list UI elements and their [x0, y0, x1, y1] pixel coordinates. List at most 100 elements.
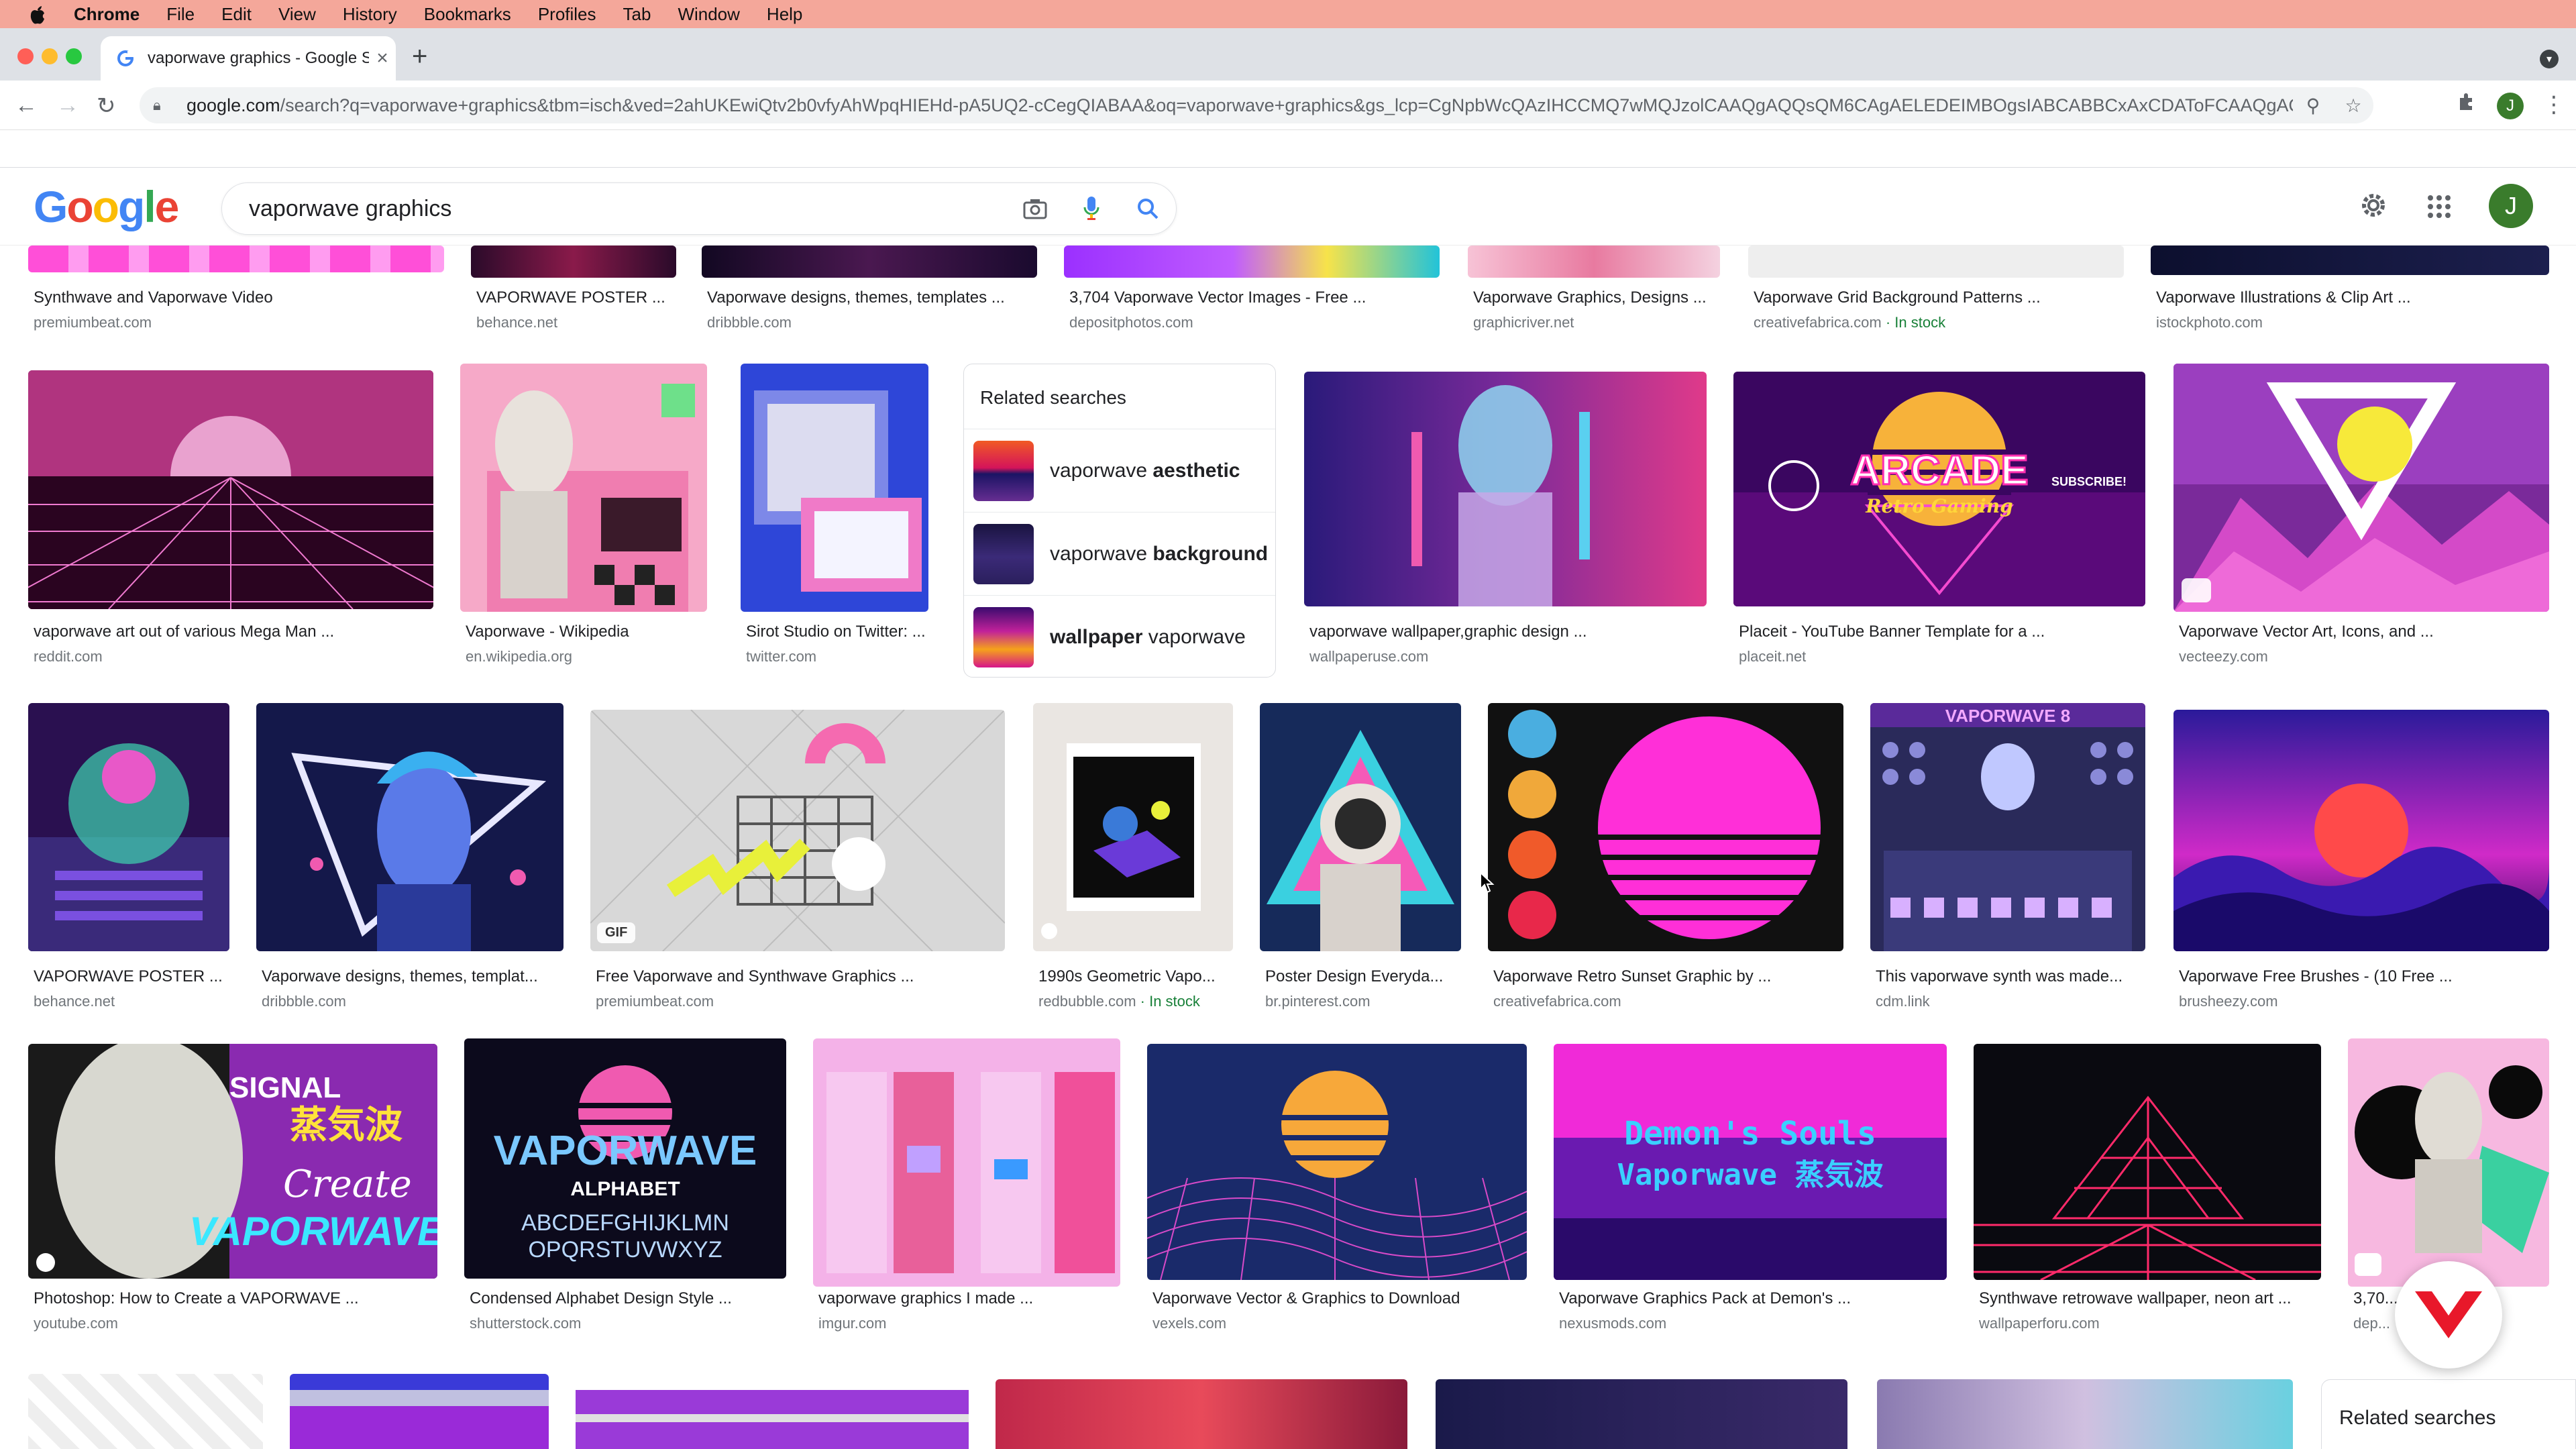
- result-title[interactable]: Vaporwave Retro Sunset Graphic by ...: [1493, 967, 1771, 986]
- result-title[interactable]: Synthwave and Vaporwave Video: [34, 288, 273, 307]
- back-icon[interactable]: ←: [15, 93, 38, 119]
- result-thumbnail[interactable]: [256, 703, 564, 951]
- maximize-window-button[interactable]: [66, 48, 82, 64]
- result-title[interactable]: Vaporwave designs, themes, templat...: [262, 967, 538, 986]
- image-result[interactable]: vaporwave wallpaper,graphic design ... w…: [1304, 372, 1707, 679]
- floating-extension-button[interactable]: [2395, 1261, 2502, 1368]
- result-source[interactable]: graphicriver.net: [1473, 314, 1574, 331]
- result-thumbnail[interactable]: [290, 1374, 549, 1449]
- menu-file[interactable]: File: [166, 4, 195, 25]
- google-logo[interactable]: Google: [34, 181, 179, 232]
- image-result[interactable]: Sirot Studio on Twitter: ... twitter.com: [741, 364, 928, 679]
- result-source[interactable]: wallpaperuse.com: [1309, 648, 1428, 665]
- result-title[interactable]: vaporwave wallpaper,graphic design ...: [1309, 623, 1587, 641]
- result-title[interactable]: Sirot Studio on Twitter: ...: [746, 623, 926, 641]
- result-thumbnail[interactable]: [2151, 246, 2549, 275]
- menu-window[interactable]: Window: [678, 4, 739, 25]
- image-result[interactable]: [576, 1374, 969, 1449]
- result-source[interactable]: imgur.com: [818, 1315, 886, 1332]
- result-title[interactable]: Placeit - YouTube Banner Template for a …: [1739, 623, 2045, 641]
- result-thumbnail[interactable]: [1488, 703, 1843, 951]
- result-title[interactable]: Condensed Alphabet Design Style ...: [470, 1289, 732, 1308]
- result-title[interactable]: VAPORWAVE POSTER ...: [34, 967, 223, 986]
- result-source[interactable]: redbubble.com · In stock: [1038, 993, 1200, 1010]
- result-thumbnail[interactable]: [1436, 1379, 1847, 1449]
- result-source[interactable]: behance.net: [34, 993, 115, 1010]
- result-thumbnail[interactable]: [460, 364, 707, 612]
- url-text[interactable]: google.com/search?q=vaporwave+graphics&t…: [186, 95, 2293, 116]
- result-source[interactable]: placeit.net: [1739, 648, 1806, 665]
- result-source[interactable]: behance.net: [476, 314, 557, 331]
- result-title[interactable]: This vaporwave synth was made...: [1876, 967, 2123, 986]
- image-result[interactable]: [1877, 1379, 2293, 1449]
- result-source[interactable]: dribbble.com: [262, 993, 346, 1010]
- related-search-item[interactable]: vaporwave background: [964, 512, 1275, 595]
- result-title[interactable]: 3,70...: [2353, 1289, 2398, 1308]
- result-source[interactable]: istockphoto.com: [2156, 314, 2263, 331]
- image-result[interactable]: Poster Design Everyda... br.pinterest.co…: [1260, 703, 1461, 1025]
- browser-tab[interactable]: vaporwave graphics - Google S ×: [101, 36, 396, 80]
- result-thumbnail[interactable]: [1877, 1379, 2293, 1449]
- image-result[interactable]: ARCADE Retro Gaming SUBSCRIBE! Placeit -…: [1733, 372, 2145, 679]
- image-result[interactable]: VAPORWAVE 8 This vaporwave synth was mad…: [1870, 703, 2145, 1025]
- image-result[interactable]: vaporwave graphics I made ... imgur.com: [813, 1038, 1120, 1366]
- menu-help[interactable]: Help: [767, 4, 802, 25]
- menu-app-name[interactable]: Chrome: [74, 4, 140, 25]
- result-thumbnail[interactable]: SIGNAL 蒸気波 Create VAPORWAVE: [28, 1044, 437, 1279]
- image-result[interactable]: Vaporwave designs, themes, templat... dr…: [256, 703, 564, 1025]
- result-thumbnail[interactable]: Demon's Souls Vaporwave 蒸気波: [1554, 1044, 1947, 1280]
- result-thumbnail[interactable]: [1033, 703, 1233, 951]
- menu-history[interactable]: History: [343, 4, 397, 25]
- image-result[interactable]: GIF Free Vaporwave and Synthwave Graphic…: [590, 710, 1005, 1025]
- result-source[interactable]: en.wikipedia.org: [466, 648, 572, 665]
- microphone-icon[interactable]: [1063, 195, 1120, 222]
- result-thumbnail[interactable]: [1147, 1044, 1527, 1280]
- settings-gear-icon[interactable]: [2357, 189, 2390, 225]
- search-input[interactable]: vaporwave graphics: [249, 196, 1007, 222]
- image-result[interactable]: Vaporwave - Wikipedia en.wikipedia.org: [460, 364, 707, 679]
- image-result[interactable]: Vaporwave Graphics, Designs ... graphicr…: [1468, 246, 1720, 339]
- close-window-button[interactable]: [17, 48, 34, 64]
- result-source[interactable]: vecteezy.com: [2179, 648, 2268, 665]
- result-thumbnail[interactable]: [28, 370, 433, 609]
- image-result[interactable]: Synthwave retrowave wallpaper, neon art …: [1974, 1044, 2321, 1366]
- result-thumbnail[interactable]: [2348, 1038, 2549, 1287]
- image-result[interactable]: Vaporwave Vector & Graphics to Download …: [1147, 1044, 1527, 1366]
- result-title[interactable]: Vaporwave designs, themes, templates ...: [707, 288, 1005, 307]
- image-result[interactable]: Vaporwave designs, themes, templates ...…: [702, 246, 1037, 339]
- result-thumbnail[interactable]: [1260, 703, 1461, 951]
- result-title[interactable]: 1990s Geometric Vapo...: [1038, 967, 1216, 986]
- image-result[interactable]: Vaporwave Vector Art, Icons, and ... vec…: [2174, 364, 2549, 679]
- result-source[interactable]: reddit.com: [34, 648, 103, 665]
- result-title[interactable]: Vaporwave Vector & Graphics to Download: [1152, 1289, 1460, 1308]
- result-thumbnail[interactable]: [702, 246, 1037, 278]
- related-searches-card[interactable]: Related searches: [2321, 1379, 2576, 1449]
- result-source[interactable]: cdm.link: [1876, 993, 1930, 1010]
- result-title[interactable]: Vaporwave Graphics, Designs ...: [1473, 288, 1707, 307]
- result-thumbnail[interactable]: [28, 703, 229, 951]
- image-result[interactable]: 1990s Geometric Vapo... redbubble.com · …: [1033, 703, 1233, 1025]
- new-tab-icon[interactable]: +: [412, 42, 427, 72]
- result-thumbnail[interactable]: VAPORWAVE ALPHABET ABCDEFGHIJKLMN OPQRST…: [464, 1038, 786, 1279]
- related-search-item[interactable]: vaporwave aesthetic: [964, 429, 1275, 512]
- result-thumbnail[interactable]: [2174, 710, 2549, 951]
- image-result[interactable]: SIGNAL 蒸気波 Create VAPORWAVE Photoshop: H…: [28, 1044, 437, 1366]
- result-title[interactable]: Free Vaporwave and Synthwave Graphics ..…: [596, 967, 914, 986]
- result-title[interactable]: Vaporwave Graphics Pack at Demon's ...: [1559, 1289, 1851, 1308]
- result-thumbnail[interactable]: [813, 1038, 1120, 1287]
- result-title[interactable]: 3,704 Vaporwave Vector Images - Free ...: [1069, 288, 1366, 307]
- result-source[interactable]: depositphotos.com: [1069, 314, 1193, 331]
- image-result[interactable]: Vaporwave Retro Sunset Graphic by ... cr…: [1488, 703, 1843, 1025]
- image-result[interactable]: vaporwave art out of various Mega Man ..…: [28, 370, 433, 679]
- result-source[interactable]: creativefabrica.com · In stock: [1754, 314, 1945, 331]
- result-thumbnail[interactable]: [471, 246, 676, 278]
- google-apps-icon[interactable]: [2427, 195, 2451, 222]
- image-result[interactable]: [1436, 1379, 1847, 1449]
- result-title[interactable]: Vaporwave Grid Background Patterns ...: [1754, 288, 2041, 307]
- result-thumbnail[interactable]: [741, 364, 928, 612]
- result-title[interactable]: Synthwave retrowave wallpaper, neon art …: [1979, 1289, 2292, 1308]
- menu-bookmarks[interactable]: Bookmarks: [424, 4, 511, 25]
- image-result[interactable]: VAPORWAVE POSTER ... behance.net: [471, 246, 676, 339]
- zoom-icon[interactable]: ⚲: [2293, 95, 2333, 117]
- reload-icon[interactable]: ↻: [97, 93, 116, 119]
